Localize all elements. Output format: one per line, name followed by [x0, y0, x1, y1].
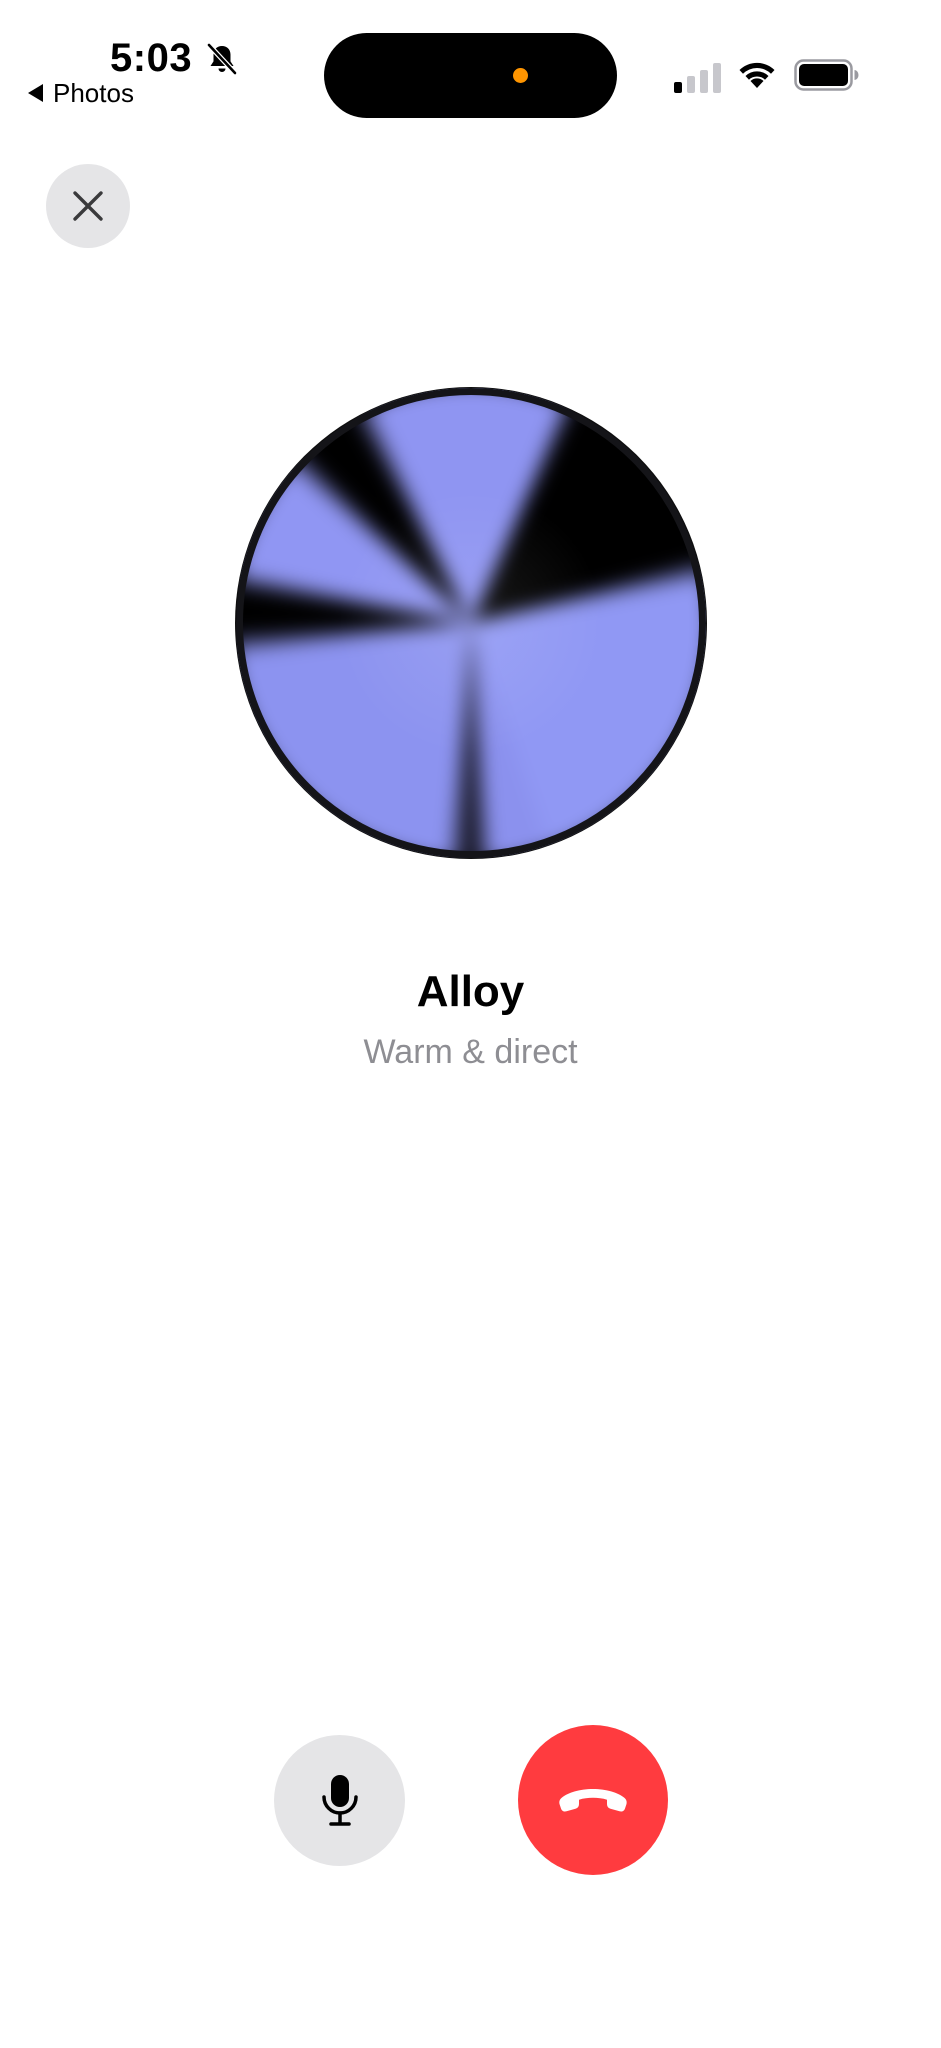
close-icon [73, 191, 103, 221]
orb-ring [236, 388, 706, 858]
close-button[interactable] [46, 164, 130, 248]
voice-orb [236, 388, 706, 858]
voice-name: Alloy [416, 967, 525, 1016]
bell-slash-icon [207, 43, 237, 75]
battery-icon [794, 59, 859, 91]
microphone-icon [321, 1774, 358, 1826]
back-to-app-link[interactable]: Photos [28, 78, 134, 108]
end-call-icon [559, 1789, 627, 1812]
wifi-icon [739, 62, 775, 88]
privacy-indicator-dot [513, 68, 528, 83]
back-triangle-icon [28, 84, 43, 102]
cellular-signal-icon [674, 63, 721, 93]
back-to-app-label: Photos [53, 77, 134, 108]
microphone-button[interactable] [274, 1735, 405, 1866]
voice-description: Warm & direct [363, 1033, 578, 1071]
dynamic-island [324, 33, 617, 118]
status-time: 5:03 [110, 36, 193, 80]
end-call-button[interactable] [518, 1725, 668, 1875]
